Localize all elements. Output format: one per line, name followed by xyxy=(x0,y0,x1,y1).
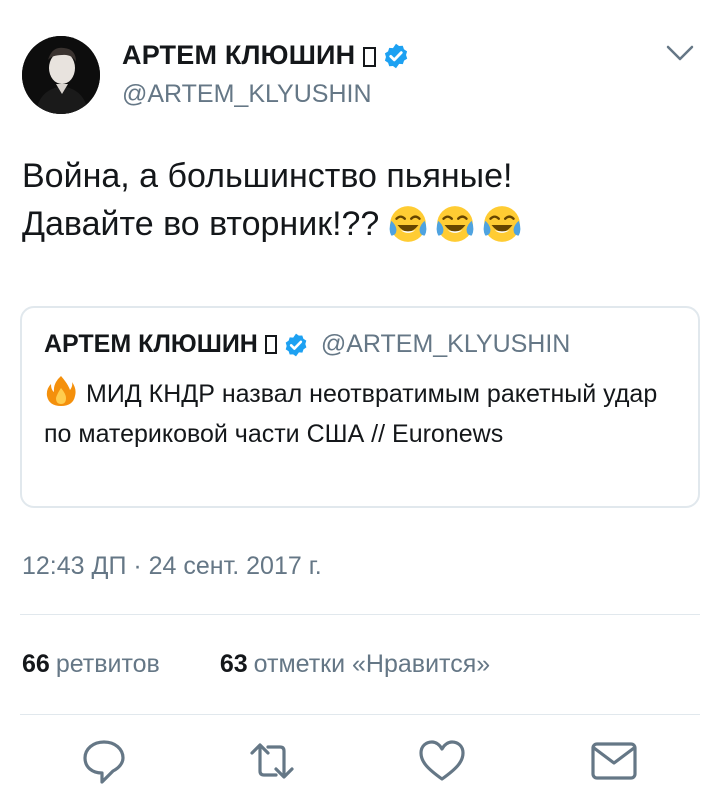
retweets-stat[interactable]: 66 ретвитов xyxy=(22,650,160,679)
tweet-text-line-2: Давайте во вторник!?? xyxy=(22,200,702,248)
fire-icon xyxy=(46,376,76,406)
tweet-timestamp[interactable]: 12:43 ДП · 24 сент. 2017 г. xyxy=(22,552,322,581)
tweet-text-line-2-text: Давайте во вторник!?? xyxy=(22,205,380,243)
quoted-tweet-text: МИД КНДР назвал неотвратимым ракетный уд… xyxy=(44,374,684,454)
tweet-action-bar xyxy=(0,735,720,795)
retweets-count: 66 xyxy=(22,650,50,678)
chevron-down-icon[interactable] xyxy=(665,42,695,64)
retweets-label: ретвитов xyxy=(55,650,160,678)
avatar[interactable] xyxy=(22,36,100,114)
likes-stat[interactable]: 63 отметки «Нравится» xyxy=(220,650,490,679)
emoji-group xyxy=(387,203,523,245)
quoted-tweet-header: АРТЕМ КЛЮШИН @ARTEM_KLYUSHIN xyxy=(44,330,570,359)
tweet-stats: 66 ретвитов 63 отметки «Нравится» xyxy=(22,650,490,679)
divider xyxy=(20,714,700,715)
author-name[interactable]: АРТЕМ КЛЮШИН xyxy=(122,40,355,71)
reply-icon[interactable] xyxy=(78,735,130,787)
like-icon[interactable] xyxy=(416,735,468,787)
author-handle[interactable]: @ARTEM_KLYUSHIN xyxy=(122,80,372,109)
verified-badge-icon xyxy=(385,43,408,68)
author-name-row[interactable]: АРТЕМ КЛЮШИН xyxy=(122,40,410,71)
face-with-tears-of-joy-icon xyxy=(436,206,474,242)
face-with-tears-of-joy-icon xyxy=(389,206,427,242)
quoted-tweet-card[interactable]: АРТЕМ КЛЮШИН @ARTEM_KLYUSHIN МИД КНДР на… xyxy=(20,306,700,508)
likes-count: 63 xyxy=(219,650,248,678)
tweet-text-line-1: Война, а большинство пьяные! xyxy=(22,157,513,195)
divider xyxy=(20,614,700,615)
missing-glyph-icon xyxy=(264,335,277,354)
quoted-author-name: АРТЕМ КЛЮШИН xyxy=(44,330,258,358)
retweet-icon[interactable] xyxy=(246,735,298,787)
verified-badge-icon xyxy=(285,333,307,356)
missing-glyph-icon xyxy=(363,46,377,67)
avatar-photo xyxy=(22,36,100,114)
direct-message-icon[interactable] xyxy=(588,735,640,787)
face-with-tears-of-joy-icon xyxy=(483,206,521,242)
quoted-author-handle: @ARTEM_KLYUSHIN xyxy=(320,330,571,358)
tweet-text: Война, а большинство пьяные! Давайте во … xyxy=(22,152,702,248)
quoted-tweet-body: МИД КНДР назвал неотвратимым ракетный уд… xyxy=(44,380,658,448)
likes-label: отметки «Нравится» xyxy=(253,650,491,678)
